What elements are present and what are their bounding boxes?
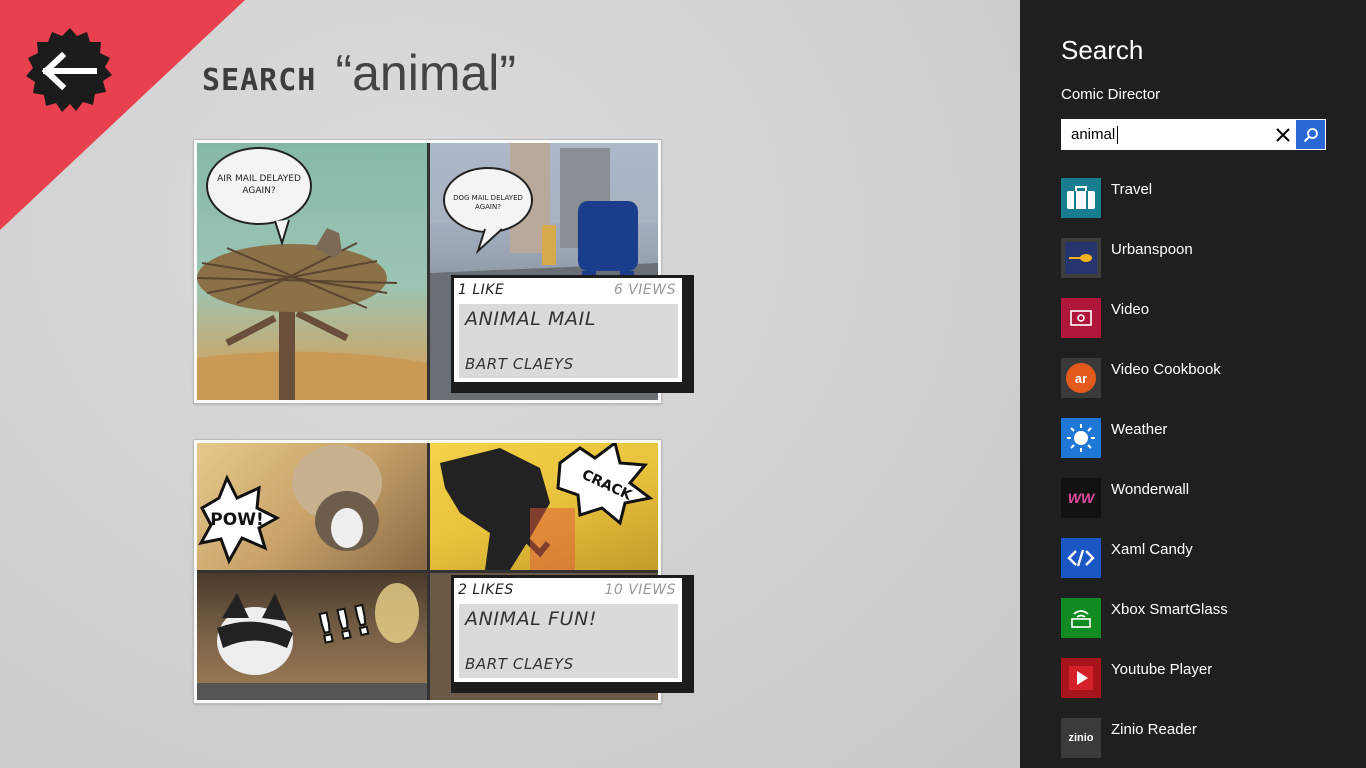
page-title: SEARCH “animal” (202, 44, 516, 102)
app-item-video[interactable]: Video (1061, 298, 1351, 358)
app-item-youtube-player[interactable]: Youtube Player (1061, 658, 1351, 718)
app-name: Wonderwall (1111, 481, 1190, 498)
app-name: Urbanspoon (1111, 241, 1193, 258)
close-icon (1276, 127, 1290, 142)
comic-author: BART CLAEYS (465, 355, 574, 373)
app-name: Zinio Reader (1111, 721, 1197, 738)
result-card-animal-fun[interactable]: POW! CRACK !!! 2 LIKES 10 VIEWS ANIMAL F… (193, 439, 694, 704)
app-item-xbox-smartglass[interactable]: Xbox SmartGlass (1061, 598, 1351, 658)
likes-count: 2 LIKES (458, 582, 514, 598)
search-scope-app[interactable]: Comic Director (1061, 86, 1160, 103)
app-item-video-cookbook[interactable]: ar Video Cookbook (1061, 358, 1351, 418)
app-name: Video Cookbook (1111, 361, 1221, 378)
svg-text:!!!: !!! (313, 597, 376, 653)
search-input[interactable] (1062, 120, 1262, 149)
app-item-urbanspoon[interactable]: Urbanspoon (1061, 238, 1351, 298)
search-box (1061, 119, 1326, 150)
app-name: Weather (1111, 421, 1168, 438)
smartglass-icon (1061, 598, 1101, 638)
comic-info-box: 1 LIKE 6 VIEWS ANIMAL MAIL BART CLAEYS (451, 275, 694, 393)
spoon-icon (1061, 238, 1101, 278)
zinio-icon: zinio (1061, 718, 1101, 758)
back-button[interactable] (24, 26, 116, 116)
wonderwall-icon-label: WW (1067, 490, 1095, 506)
svg-text:AGAIN?: AGAIN? (242, 186, 276, 196)
comic-title: ANIMAL MAIL (465, 308, 597, 330)
comic-panel-nest: AIR MAIL DELAYED AGAIN? (197, 143, 427, 400)
app-name: Xbox SmartGlass (1111, 601, 1228, 618)
video-icon (1061, 298, 1101, 338)
app-item-zinio-reader[interactable]: zinio Zinio Reader (1061, 718, 1351, 768)
suitcase-icon (1061, 178, 1101, 218)
back-arrow-icon (26, 28, 112, 112)
text-caret (1117, 126, 1118, 144)
play-icon (1061, 658, 1101, 698)
comic-panel-dog: !!! (197, 573, 427, 700)
comic-director-app: SEARCH “animal” AIR MAIL DELAYED AGAIN? (0, 0, 1020, 768)
result-card-animal-mail[interactable]: AIR MAIL DELAYED AGAIN? DOG MAIL DELAYED… (193, 139, 694, 404)
svg-text:DOG MAIL DELAYED: DOG MAIL DELAYED (453, 194, 523, 202)
svg-text:POW!: POW! (210, 510, 263, 530)
search-icon (1303, 127, 1318, 142)
app-item-travel[interactable]: Travel (1061, 178, 1351, 238)
sun-icon (1061, 418, 1101, 458)
app-item-xaml-candy[interactable]: Xaml Candy (1061, 538, 1351, 598)
candy-icon (1061, 538, 1101, 578)
likes-count: 1 LIKE (458, 282, 505, 298)
comic-panel-monkey: POW! (197, 443, 427, 570)
app-item-weather[interactable]: Weather (1061, 418, 1351, 478)
views-count: 10 VIEWS (604, 582, 676, 598)
comic-author: BART CLAEYS (465, 655, 574, 673)
search-go-button[interactable] (1296, 120, 1325, 149)
app-name: Xaml Candy (1111, 541, 1193, 558)
zinio-icon-label: zinio (1068, 732, 1094, 744)
svg-text:AIR MAIL DELAYED: AIR MAIL DELAYED (217, 174, 301, 184)
app-name: Video (1111, 301, 1150, 318)
cookbook-icon: ar (1061, 358, 1101, 398)
app-name: Youtube Player (1111, 661, 1213, 678)
svg-text:AGAIN?: AGAIN? (475, 203, 501, 211)
wonderwall-icon: WW (1061, 478, 1101, 518)
search-app-list: Travel Urbanspoon Video ar Video Cookboo… (1061, 178, 1351, 768)
app-name: Travel (1111, 181, 1153, 198)
cookbook-icon-label: ar (1066, 363, 1096, 393)
page-title-query: “animal” (335, 45, 517, 101)
app-item-wonderwall[interactable]: WW Wonderwall (1061, 478, 1351, 538)
comic-info-box: 2 LIKES 10 VIEWS ANIMAL FUN! BART CLAEYS (451, 575, 694, 693)
comic-title: ANIMAL FUN! (465, 608, 598, 630)
comic-panel-dinosaur: CRACK (430, 443, 658, 570)
search-pane-title: Search (1061, 35, 1144, 65)
views-count: 6 VIEWS (613, 282, 676, 298)
clear-search-button[interactable] (1268, 120, 1298, 149)
page-title-keyword: SEARCH (202, 63, 317, 98)
search-pane: Search Comic Director Travel (1020, 0, 1366, 768)
